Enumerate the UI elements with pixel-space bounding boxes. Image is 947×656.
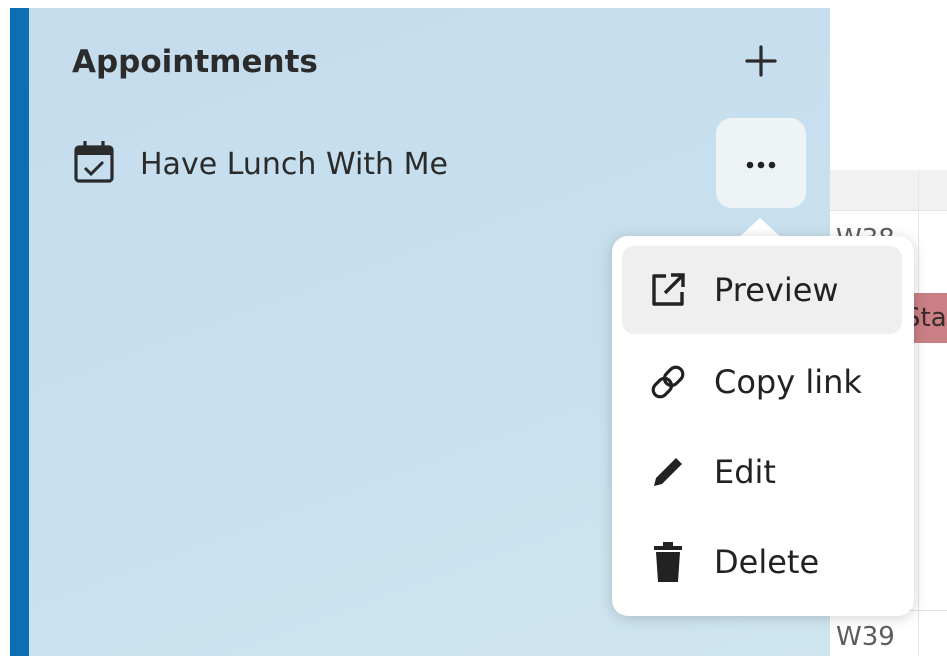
top-gap (0, 0, 947, 8)
menu-item-label: Preview (714, 271, 839, 309)
menu-item-copy-link[interactable]: Copy link (622, 338, 902, 426)
panel-accent-bar (10, 8, 29, 656)
menu-item-edit[interactable]: Edit (622, 428, 902, 516)
pencil-icon (646, 450, 690, 494)
calendar-gridline (918, 170, 919, 656)
trash-icon (646, 540, 690, 584)
appointment-title: Have Lunch With Me (140, 146, 448, 182)
appointment-item[interactable]: Have Lunch With Me (72, 140, 448, 188)
panel-title: Appointments (72, 44, 318, 80)
left-gap (0, 0, 10, 656)
external-link-icon (646, 268, 690, 312)
menu-item-delete[interactable]: Delete (622, 518, 902, 606)
menu-item-label: Delete (714, 543, 820, 581)
actions-menu: Preview Copy link Edit Delete (612, 236, 914, 616)
plus-icon (744, 44, 778, 82)
menu-item-label: Copy link (714, 363, 862, 401)
menu-item-label: Edit (714, 453, 776, 491)
more-horizontal-icon (746, 154, 776, 173)
calendar-header-row (830, 170, 947, 210)
add-appointment-button[interactable] (738, 40, 784, 86)
calendar-gridline (830, 210, 947, 211)
link-icon (646, 360, 690, 404)
menu-pointer (738, 218, 782, 238)
calendar-check-icon (72, 139, 116, 189)
week-label-w39: W39 (836, 622, 895, 652)
appointment-actions-button[interactable] (716, 118, 806, 208)
menu-item-preview[interactable]: Preview (622, 246, 902, 334)
